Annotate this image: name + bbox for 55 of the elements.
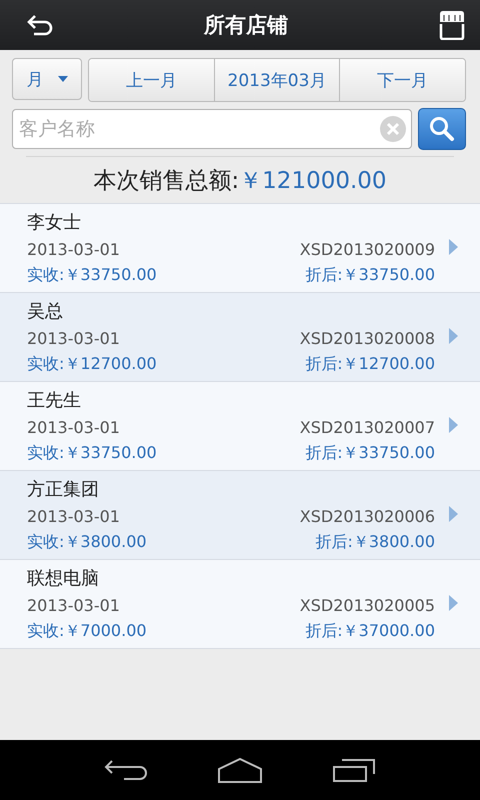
customer-name: 李女士 [27, 211, 82, 234]
order-row[interactable]: 方正集团 2013-03-01 XSD2013020006 实收:￥3800.00 折后:￥3800.00 [0, 471, 480, 560]
previous-month-button[interactable]: 上一月 [89, 59, 215, 101]
chevron-icon [449, 328, 458, 344]
discounted-amount: 折后:￥33750.00 [305, 443, 435, 464]
chevron-icon [449, 595, 458, 611]
order-number: XSD2013020005 [300, 596, 435, 615]
home-button[interactable] [216, 757, 263, 783]
current-month-button[interactable]: 2013年03月 [214, 59, 340, 101]
store-icon [438, 10, 466, 40]
search-field[interactable]: 客户名称 [12, 109, 412, 149]
order-row[interactable]: 吴总 2013-03-01 XSD2013020008 实收:￥12700.00 折后:￥12700.00 [0, 293, 480, 382]
customer-name: 吴总 [27, 300, 64, 323]
order-number: XSD2013020007 [300, 418, 435, 437]
discounted-amount: 折后:￥33750.00 [305, 265, 435, 286]
discounted-amount: 折后:￥37000.00 [305, 621, 435, 642]
search-button[interactable] [418, 108, 466, 150]
order-row[interactable]: 联想电脑 2013-03-01 XSD2013020005 实收:￥7000.00 折后:￥37000.00 [0, 560, 480, 649]
order-date: 2013-03-01 [27, 240, 120, 259]
search-icon [429, 116, 455, 142]
screen-title: 所有店铺 [204, 12, 288, 39]
total-label: 本次销售总额: [93, 166, 240, 196]
store-button[interactable] [438, 10, 466, 40]
discounted-amount: 折后:￥12700.00 [305, 354, 435, 375]
customer-name: 联想电脑 [27, 567, 100, 590]
received-amount: 实收:￥33750.00 [27, 443, 157, 464]
order-row[interactable]: 李女士 2013-03-01 XSD2013020009 实收:￥33750.00 折后:￥33750.00 [0, 204, 480, 293]
back-icon [26, 13, 54, 37]
recent-apps-button[interactable] [332, 757, 376, 783]
received-amount: 实收:￥33750.00 [27, 265, 157, 286]
order-date: 2013-03-01 [27, 329, 120, 348]
period-dropdown[interactable]: 月 [12, 58, 82, 100]
total-amount: ￥121000.00 [239, 166, 387, 196]
chevron-icon [449, 506, 458, 522]
chevron-icon [449, 417, 458, 433]
order-date: 2013-03-01 [27, 418, 120, 437]
dropdown-caret-icon [58, 76, 68, 82]
chevron-icon [449, 239, 458, 255]
back-button[interactable] [104, 759, 148, 781]
discounted-amount: 折后:￥3800.00 [315, 532, 435, 553]
received-amount: 实收:￥3800.00 [27, 532, 147, 553]
order-row[interactable]: 王先生 2013-03-01 XSD2013020007 实收:￥33750.00 折后:￥33750.00 [0, 382, 480, 471]
home-icon [216, 757, 263, 783]
customer-name: 王先生 [27, 389, 82, 412]
next-month-button[interactable]: 下一月 [340, 59, 465, 101]
received-amount: 实收:￥7000.00 [27, 621, 147, 642]
back-icon [104, 759, 148, 781]
order-number: XSD2013020009 [300, 240, 435, 259]
received-amount: 实收:￥12700.00 [27, 354, 157, 375]
order-date: 2013-03-01 [27, 596, 120, 615]
order-number: XSD2013020008 [300, 329, 435, 348]
order-date: 2013-03-01 [27, 507, 120, 526]
customer-name: 方正集团 [27, 478, 100, 501]
recent-apps-icon [332, 757, 376, 783]
order-number: XSD2013020006 [300, 507, 435, 526]
